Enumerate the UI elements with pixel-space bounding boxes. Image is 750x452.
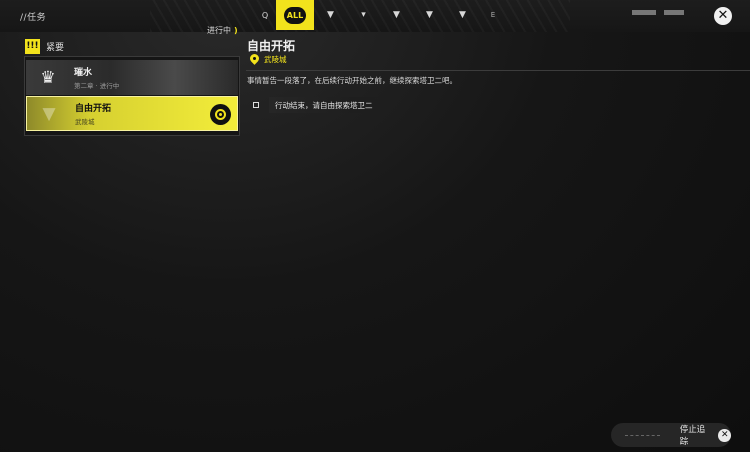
quest-subtitle: 武陵城: [75, 118, 95, 126]
category-header: !!! 紧要: [25, 39, 64, 54]
quest-subtitle: 第二章 · 进行中: [74, 82, 120, 90]
location-label: 武陵城: [264, 55, 287, 64]
objective-text: 行动结束，请自由探索塔卫二: [269, 97, 393, 113]
crown-emblem-icon: ♛: [40, 67, 56, 88]
quest-description: 事情暂告一段落了，在后续行动开始之前，继续探索塔卫二吧。: [247, 76, 457, 85]
filter-bar: Q ALL ▼ ▾ ▼ ▼ ▼ E: [254, 0, 507, 30]
page-title: //任务: [20, 13, 47, 23]
filter-all-button[interactable]: ALL: [276, 0, 314, 30]
filter-side-quest-icon[interactable]: ▾: [347, 0, 380, 30]
filter-daily-quest-icon[interactable]: ▼: [413, 0, 446, 30]
status-tag: 进行中 ): [207, 25, 238, 36]
filter-main-quest-icon[interactable]: ▼: [314, 0, 347, 30]
status-label: 进行中: [207, 26, 231, 35]
detail-title: 自由开拓: [247, 39, 296, 53]
close-circle-icon: ✕: [718, 428, 731, 442]
search-filter-icon[interactable]: Q: [254, 0, 276, 30]
location-pin-icon: [250, 54, 259, 65]
track-target-icon[interactable]: [210, 104, 231, 125]
quest-name: 璀水: [74, 68, 93, 78]
stop-tracking-label: 停止追踪: [679, 425, 706, 447]
quest-item-ruishui[interactable]: ♛ 璀水 第二章 · 进行中: [26, 60, 238, 95]
urgent-category-icon: !!!: [25, 39, 40, 54]
divider: [246, 70, 750, 71]
hud-indicators: [632, 10, 684, 15]
status-bracket-icon: ): [234, 26, 238, 35]
close-button[interactable]: ✕: [714, 7, 732, 25]
quest-emblem-icon: ▼: [42, 103, 56, 124]
hud-indicator-1: [632, 10, 656, 15]
filter-e-key-hint[interactable]: E: [479, 0, 507, 30]
location-row: 武陵城: [250, 54, 287, 65]
stop-tracking-button[interactable]: 停止追踪 ✕: [611, 423, 731, 447]
tracking-line-icon: [625, 434, 660, 436]
objective-item: 行动结束，请自由探索塔卫二: [253, 97, 393, 113]
filter-event-quest-icon[interactable]: ▼: [380, 0, 413, 30]
quest-name: 自由开拓: [75, 104, 112, 114]
quest-item-free-exploration[interactable]: ▼ 自由开拓 武陵城: [26, 96, 238, 131]
checkbox-icon: [253, 102, 259, 108]
category-label: 紧要: [46, 43, 65, 53]
filter-other-quest-icon[interactable]: ▼: [446, 0, 479, 30]
hud-indicator-2: [664, 10, 684, 15]
